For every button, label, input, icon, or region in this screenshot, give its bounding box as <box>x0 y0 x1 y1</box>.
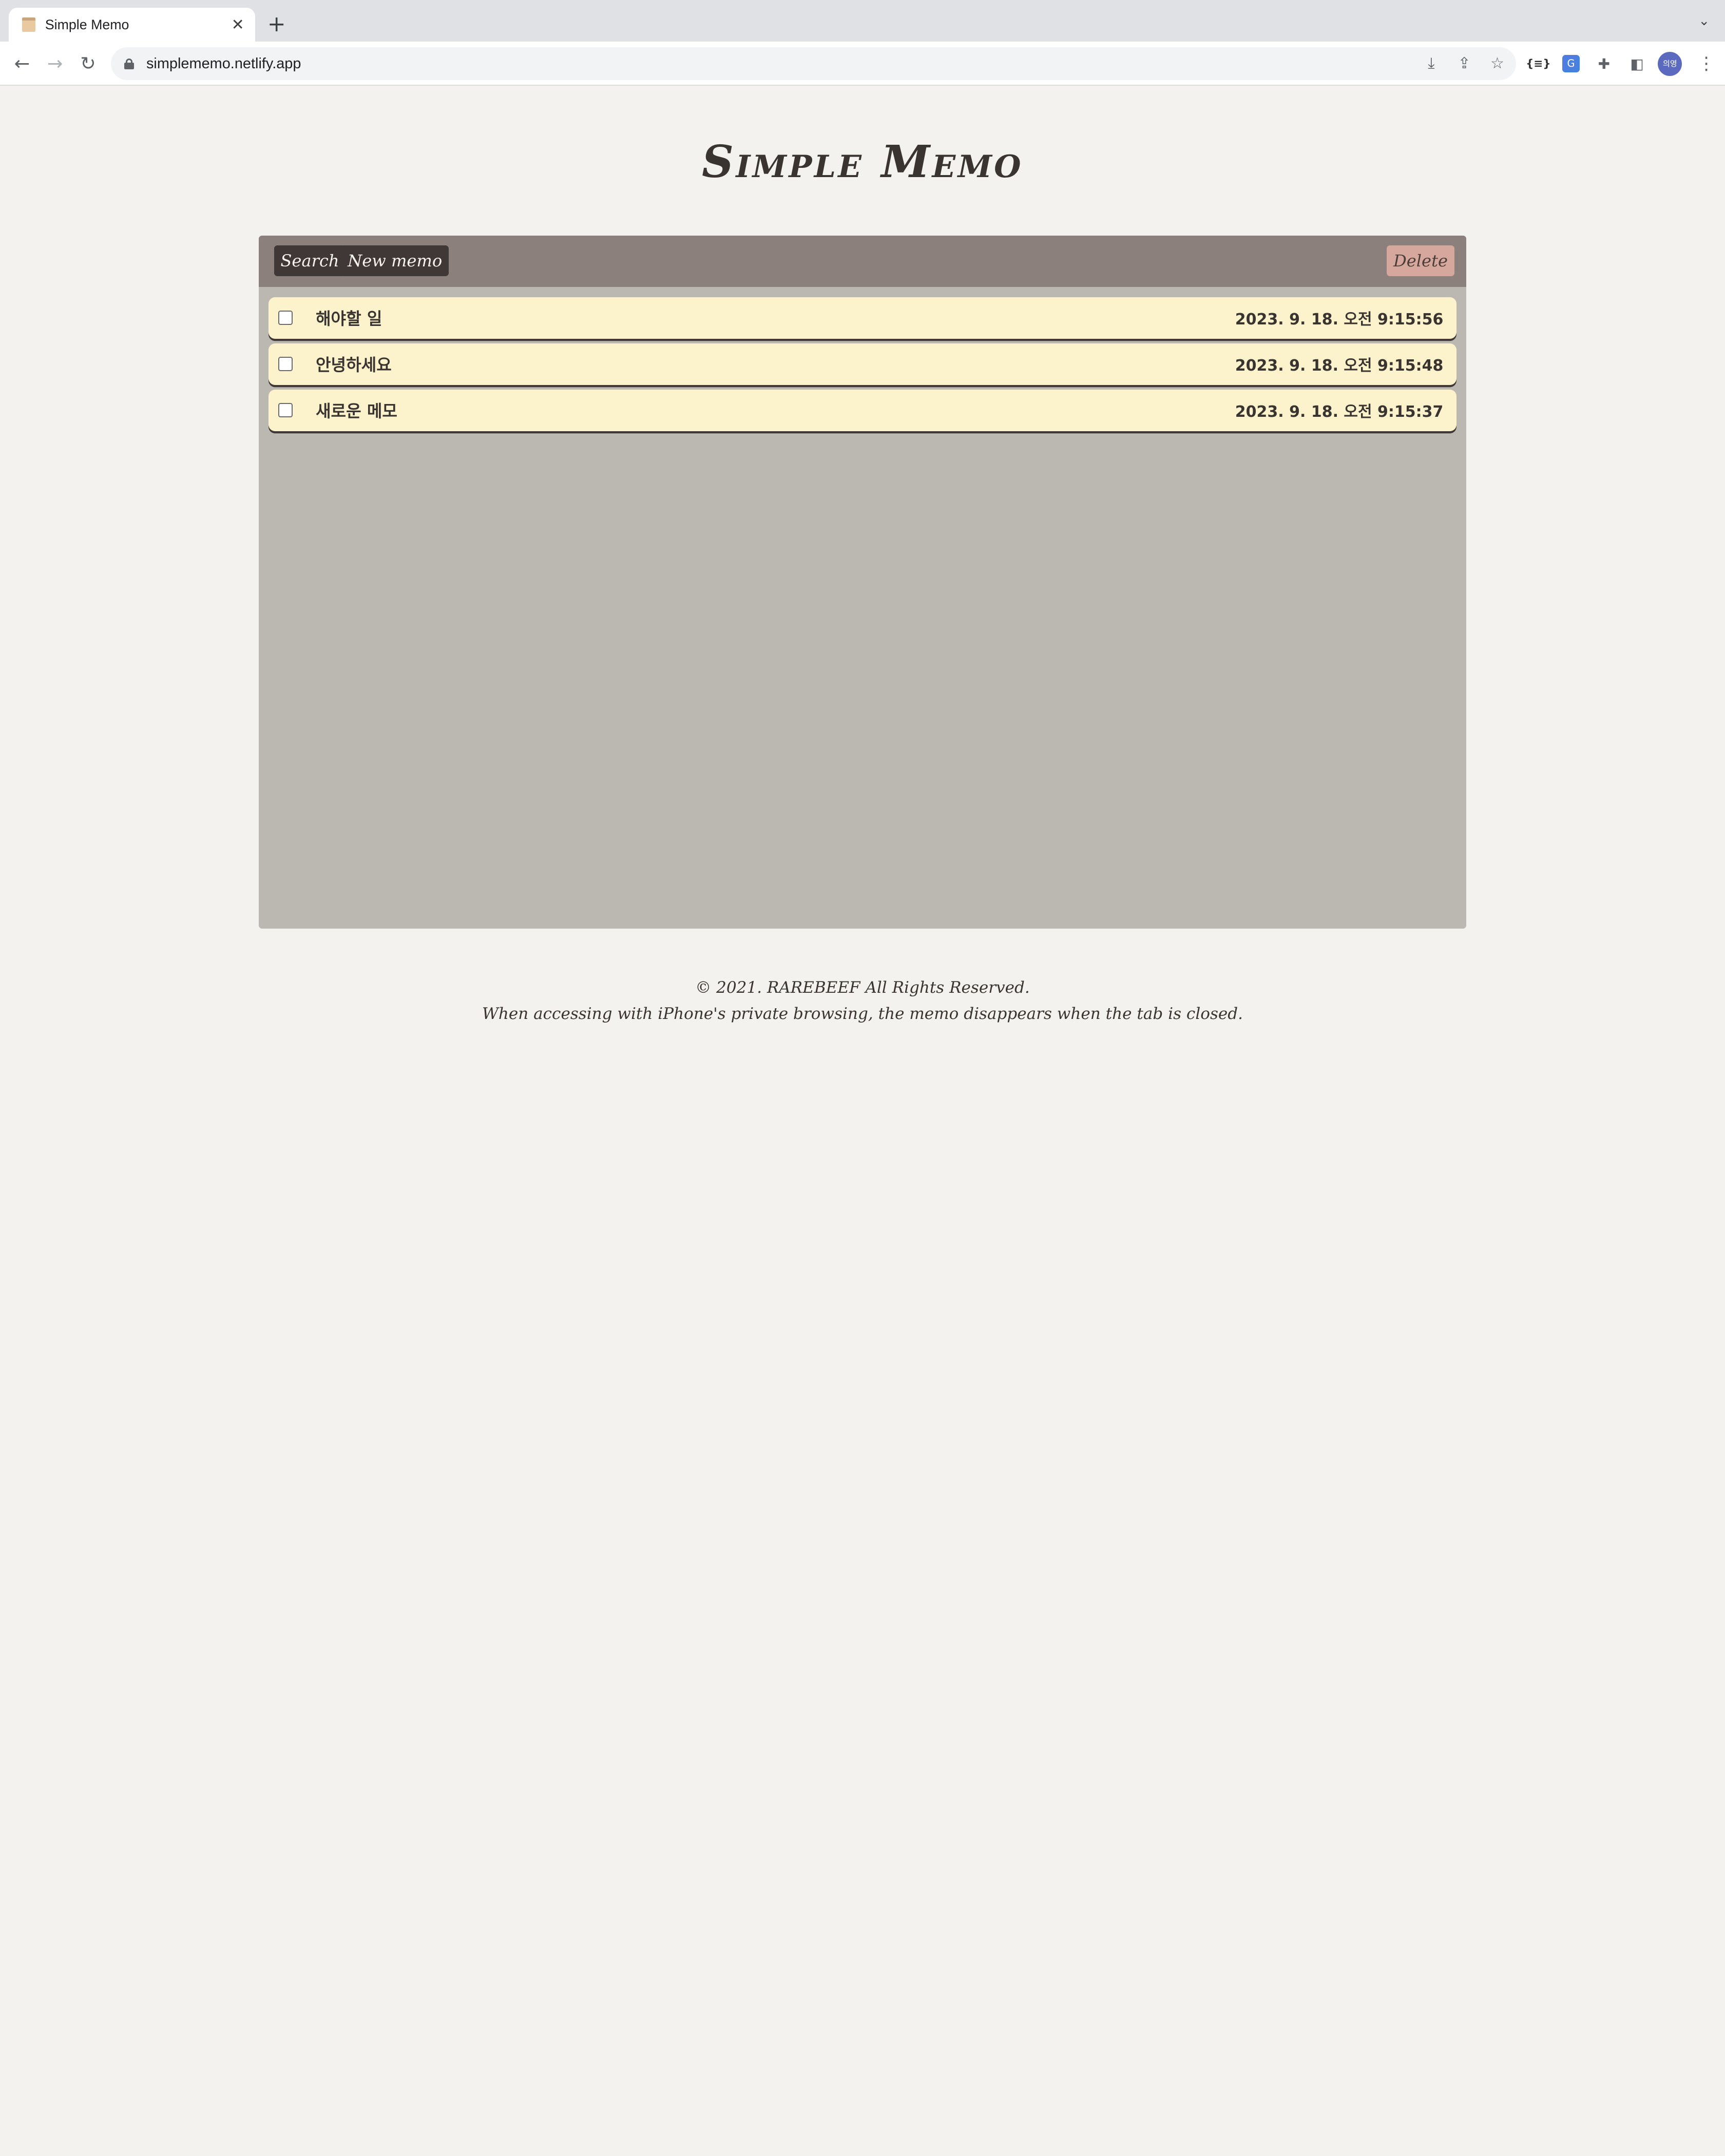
memo-favicon-icon <box>22 17 35 32</box>
lock-icon[interactable] <box>124 58 135 69</box>
url-text[interactable]: simplememo.netlify.app <box>146 55 301 72</box>
memo-item[interactable]: 안녕하세요 2023. 9. 18. 오전 9:15:48 <box>268 343 1457 385</box>
new-tab-button[interactable]: + <box>267 12 286 36</box>
memo-title[interactable]: 해야할 일 <box>316 306 382 330</box>
memo-item[interactable]: 해야할 일 2023. 9. 18. 오전 9:15:56 <box>268 297 1457 339</box>
memo-title[interactable]: 새로운 메모 <box>316 398 397 422</box>
sidepanel-icon[interactable]: ◧ <box>1625 52 1649 76</box>
page-content: Simple Memo Search New memo Delete 해야할 일… <box>0 86 1725 1077</box>
memo-date: 2023. 9. 18. 오전 9:15:48 <box>1235 357 1444 375</box>
page-title: Simple Memo <box>702 136 1023 188</box>
memo-checkbox[interactable] <box>278 357 293 372</box>
memo-checkbox[interactable] <box>278 311 293 325</box>
star-icon[interactable]: ☆ <box>1487 53 1507 75</box>
close-icon[interactable]: ✕ <box>232 16 244 34</box>
memo-toolbar: Search New memo Delete <box>258 235 1467 287</box>
tab-title: Simple Memo <box>45 16 129 32</box>
forward-arrow-icon[interactable]: → <box>39 52 71 74</box>
delete-button[interactable]: Delete <box>1387 245 1454 276</box>
browser-tab[interactable]: Simple Memo ✕ <box>9 8 256 42</box>
tab-strip: Simple Memo ✕ + ⌄ <box>0 0 1725 42</box>
menu-dots-icon[interactable]: ⋮ <box>1697 53 1715 74</box>
chevron-down-icon[interactable]: ⌄ <box>1698 13 1710 29</box>
braces-extension-icon[interactable]: {≡} <box>1526 52 1550 76</box>
reload-icon[interactable]: ↻ <box>71 52 104 74</box>
memo-item[interactable]: 새로운 메모 2023. 9. 18. 오전 9:15:37 <box>268 389 1457 431</box>
copyright-text: © 2021. RAREBEEF All Rights Reserved. <box>695 978 1030 997</box>
footer: © 2021. RAREBEEF All Rights Reserved. Wh… <box>0 975 1725 1028</box>
memo-date: 2023. 9. 18. 오전 9:15:37 <box>1235 403 1444 421</box>
memo-date: 2023. 9. 18. 오전 9:15:56 <box>1235 311 1444 329</box>
share-icon[interactable]: ⇪ <box>1454 53 1474 75</box>
private-browsing-notice: When accessing with iPhone's private bro… <box>482 1004 1243 1023</box>
browser-toolbar: ← → ↻ simplememo.netlify.app ⤓ ⇪ ☆ {≡} G… <box>0 42 1725 86</box>
browser-chrome: Simple Memo ✕ + ⌄ ← → ↻ simplememo.netli… <box>0 0 1725 86</box>
translate-icon[interactable]: G <box>1562 55 1580 73</box>
address-bar[interactable]: simplememo.netlify.app ⤓ ⇪ ☆ <box>111 47 1516 81</box>
new-memo-button[interactable]: New memo <box>341 245 449 276</box>
memo-panel: Search New memo Delete 해야할 일 2023. 9. 18… <box>258 235 1467 929</box>
avatar[interactable]: 의영 <box>1658 51 1682 76</box>
puzzle-icon[interactable]: ✚ <box>1592 52 1616 76</box>
memo-list: 해야할 일 2023. 9. 18. 오전 9:15:56 안녕하세요 2023… <box>259 287 1467 431</box>
back-arrow-icon[interactable]: ← <box>6 52 39 74</box>
download-icon[interactable]: ⤓ <box>1422 53 1442 75</box>
memo-title[interactable]: 안녕하세요 <box>316 352 392 376</box>
memo-checkbox[interactable] <box>278 403 293 418</box>
search-button[interactable]: Search <box>274 245 346 276</box>
